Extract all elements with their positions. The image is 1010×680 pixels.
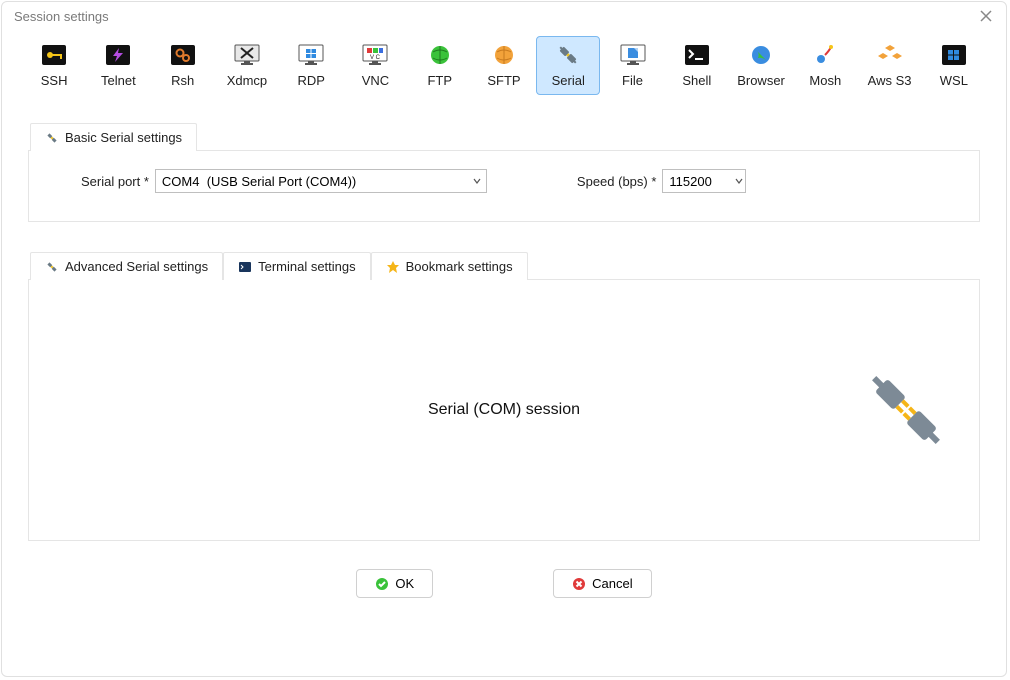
speed-input[interactable]: [663, 170, 733, 192]
basic-tabstrip: Basic Serial settings: [30, 123, 980, 151]
session-type-ftp[interactable]: FTP: [408, 36, 472, 95]
session-type-label: Serial: [539, 73, 597, 88]
session-type-label: Browser: [732, 73, 790, 88]
tab-label: Basic Serial settings: [65, 130, 182, 145]
terminal-small-icon: [238, 260, 252, 274]
key-icon: [40, 43, 68, 67]
session-type-row: SSH Telnet Rsh Xdmcp RDP: [2, 26, 1006, 99]
globe-blue-icon: [747, 43, 775, 67]
session-type-label: Mosh: [796, 73, 854, 88]
session-type-label: SFTP: [475, 73, 533, 88]
session-type-wsl[interactable]: WSL: [922, 36, 986, 95]
speed-field: Speed (bps) *: [577, 169, 747, 193]
session-type-xdmcp[interactable]: Xdmcp: [215, 36, 279, 95]
session-type-mosh[interactable]: Mosh: [793, 36, 857, 95]
session-type-label: Xdmcp: [218, 73, 276, 88]
tab-label: Terminal settings: [258, 259, 356, 274]
satellite-icon: [811, 43, 839, 67]
session-type-label: Rsh: [154, 73, 212, 88]
session-type-label: Aws S3: [860, 73, 918, 88]
session-type-label: VNC: [346, 73, 404, 88]
cancel-button[interactable]: Cancel: [553, 569, 651, 598]
session-type-sftp[interactable]: SFTP: [472, 36, 536, 95]
session-type-label: Telnet: [89, 73, 147, 88]
button-label: Cancel: [592, 576, 632, 591]
windows-monitor-icon: [297, 43, 325, 67]
chevron-down-icon[interactable]: [733, 170, 745, 192]
session-type-label: SSH: [25, 73, 83, 88]
plug-small-icon: [45, 260, 59, 274]
ok-button[interactable]: OK: [356, 569, 433, 598]
advanced-tabstrip: Advanced Serial settings Terminal settin…: [30, 252, 980, 280]
plug-large-icon: [861, 365, 951, 455]
gears-icon: [169, 43, 197, 67]
vnc-monitor-icon: V C: [361, 43, 389, 67]
session-type-ssh[interactable]: SSH: [22, 36, 86, 95]
session-type-label: FTP: [411, 73, 469, 88]
speed-combo[interactable]: [662, 169, 746, 193]
serial-port-combo[interactable]: [155, 169, 487, 193]
tab-bookmark-settings[interactable]: Bookmark settings: [371, 252, 528, 280]
terminal-icon: [683, 43, 711, 67]
windows-terminal-icon: [940, 43, 968, 67]
serial-port-field: Serial port *: [81, 169, 487, 193]
session-type-serial[interactable]: Serial: [536, 36, 600, 95]
file-monitor-icon: [619, 43, 647, 67]
check-circle-icon: [375, 577, 389, 591]
dialog-button-row: OK Cancel: [2, 569, 1006, 598]
advanced-settings-panel: Advanced Serial settings Terminal settin…: [28, 252, 980, 541]
tab-basic-serial-settings[interactable]: Basic Serial settings: [30, 123, 197, 151]
session-type-label: Shell: [668, 73, 726, 88]
speed-label: Speed (bps) *: [577, 174, 657, 189]
plug-small-icon: [45, 131, 59, 145]
globe-green-icon: [426, 43, 454, 67]
session-type-browser[interactable]: Browser: [729, 36, 793, 95]
advanced-settings-body: Serial (COM) session: [28, 279, 980, 541]
session-type-telnet[interactable]: Telnet: [86, 36, 150, 95]
session-type-awss3[interactable]: Aws S3: [857, 36, 921, 95]
aws-cubes-icon: [876, 43, 904, 67]
x-circle-icon: [572, 577, 586, 591]
close-button[interactable]: [978, 8, 994, 24]
star-icon: [386, 260, 400, 274]
serial-port-label: Serial port *: [81, 174, 149, 189]
tab-label: Advanced Serial settings: [65, 259, 208, 274]
session-type-rdp[interactable]: RDP: [279, 36, 343, 95]
session-type-file[interactable]: File: [600, 36, 664, 95]
close-icon: [980, 10, 992, 22]
x-monitor-icon: [233, 43, 261, 67]
lightning-icon: [104, 43, 132, 67]
tab-label: Bookmark settings: [406, 259, 513, 274]
tab-advanced-serial-settings[interactable]: Advanced Serial settings: [30, 252, 223, 280]
chevron-down-icon[interactable]: [468, 170, 486, 192]
basic-settings-panel: Basic Serial settings Serial port * Spee…: [28, 123, 980, 222]
button-label: OK: [395, 576, 414, 591]
session-heading: Serial (COM) session: [428, 401, 580, 419]
svg-text:V C: V C: [370, 55, 381, 61]
serial-port-input[interactable]: [156, 170, 468, 192]
tab-terminal-settings[interactable]: Terminal settings: [223, 252, 371, 280]
session-settings-dialog: Session settings SSH Telnet Rsh: [1, 1, 1007, 677]
titlebar: Session settings: [2, 2, 1006, 26]
session-type-vnc[interactable]: V C VNC: [343, 36, 407, 95]
session-type-label: WSL: [925, 73, 983, 88]
window-title: Session settings: [14, 9, 109, 24]
globe-orange-icon: [490, 43, 518, 67]
session-type-label: RDP: [282, 73, 340, 88]
session-type-label: File: [603, 73, 661, 88]
basic-settings-body: Serial port * Speed (bps) *: [28, 150, 980, 222]
plug-icon: [554, 43, 582, 67]
session-type-rsh[interactable]: Rsh: [151, 36, 215, 95]
session-type-shell[interactable]: Shell: [665, 36, 729, 95]
